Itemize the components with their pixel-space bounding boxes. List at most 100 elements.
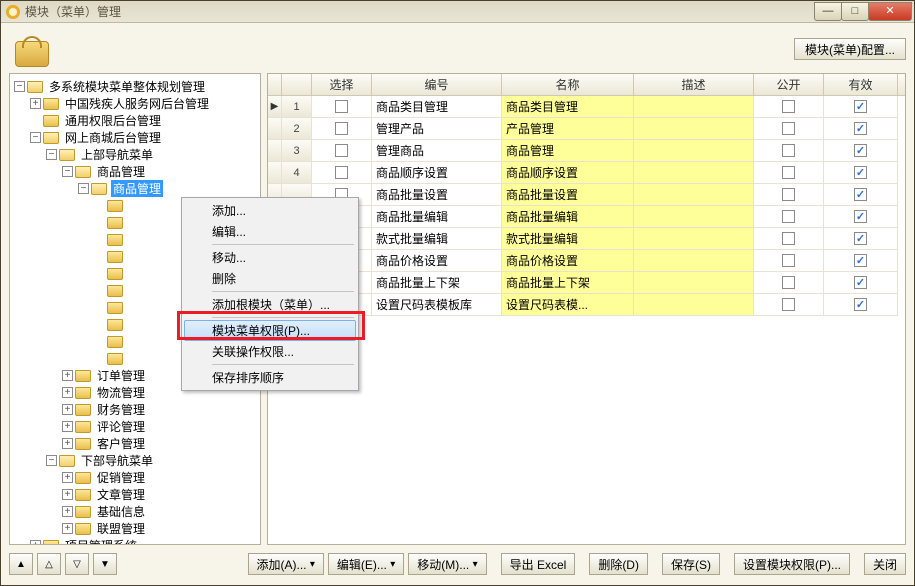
name-cell[interactable]: 款式批量编辑: [502, 228, 634, 250]
close-window-button[interactable]: 关闭: [864, 553, 906, 575]
code-cell[interactable]: 款式批量编辑: [372, 228, 502, 250]
table-row[interactable]: 款式批量编辑款式批量编辑 ✓: [268, 228, 905, 250]
expand-icon[interactable]: +: [30, 98, 41, 109]
col-public[interactable]: 公开: [754, 74, 824, 95]
code-cell[interactable]: 商品顺序设置: [372, 162, 502, 184]
ctx-add[interactable]: 添加...: [184, 200, 356, 221]
table-row[interactable]: 商品批量编辑商品批量编辑✓: [268, 206, 905, 228]
tree-item[interactable]: +客户管理: [12, 435, 258, 452]
ctx-add-root[interactable]: 添加根模块（菜单）...: [184, 294, 356, 315]
checkbox[interactable]: ✓: [854, 210, 867, 223]
expand-icon[interactable]: +: [62, 489, 73, 500]
checkbox[interactable]: ✓: [854, 298, 867, 311]
code-cell[interactable]: 管理产品: [372, 118, 502, 140]
name-cell[interactable]: 商品批量设置: [502, 184, 634, 206]
name-cell[interactable]: 商品批量上下架: [502, 272, 634, 294]
checkbox[interactable]: ✓: [854, 100, 867, 113]
checkbox[interactable]: ✓: [854, 276, 867, 289]
tree-item[interactable]: +基础信息: [12, 503, 258, 520]
desc-cell[interactable]: [634, 184, 754, 206]
name-cell[interactable]: 产品管理: [502, 118, 634, 140]
checkbox[interactable]: [782, 100, 795, 113]
move-button[interactable]: 移动(M)... ▾: [408, 553, 486, 575]
table-row[interactable]: 2管理产品产品管理✓: [268, 118, 905, 140]
expand-icon[interactable]: +: [62, 404, 73, 415]
public-cell[interactable]: [754, 118, 824, 140]
checkbox[interactable]: [782, 298, 795, 311]
effective-cell[interactable]: ✓: [824, 272, 898, 294]
table-row[interactable]: 3管理商品商品管理✓: [268, 140, 905, 162]
tree-item[interactable]: −下部导航菜单: [12, 452, 258, 469]
col-select[interactable]: 选择: [312, 74, 372, 95]
select-cell[interactable]: [312, 162, 372, 184]
expand-icon[interactable]: +: [62, 472, 73, 483]
col-rownum[interactable]: [282, 74, 312, 95]
desc-cell[interactable]: [634, 206, 754, 228]
col-desc[interactable]: 描述: [634, 74, 754, 95]
tree-item[interactable]: +财务管理: [12, 401, 258, 418]
name-cell[interactable]: 商品价格设置: [502, 250, 634, 272]
tree-item[interactable]: +评论管理: [12, 418, 258, 435]
code-cell[interactable]: 管理商品: [372, 140, 502, 162]
checkbox[interactable]: [782, 210, 795, 223]
checkbox[interactable]: [782, 122, 795, 135]
checkbox[interactable]: [335, 100, 348, 113]
public-cell[interactable]: [754, 184, 824, 206]
tree-item[interactable]: −多系统模块菜单整体规划管理: [12, 78, 258, 95]
checkbox[interactable]: ✓: [854, 232, 867, 245]
add-button[interactable]: 添加(A)... ▾: [248, 553, 324, 575]
effective-cell[interactable]: ✓: [824, 250, 898, 272]
collapse-icon[interactable]: −: [62, 166, 73, 177]
ctx-delete[interactable]: 删除: [184, 268, 356, 289]
effective-cell[interactable]: ✓: [824, 206, 898, 228]
desc-cell[interactable]: [634, 118, 754, 140]
export-excel-button[interactable]: 导出 Excel: [501, 553, 576, 575]
grid-body[interactable]: ▶1商品类目管理商品类目管理✓2管理产品产品管理✓3管理商品商品管理✓4商品顺序…: [268, 96, 905, 544]
name-cell[interactable]: 商品管理: [502, 140, 634, 162]
expand-icon[interactable]: +: [62, 387, 73, 398]
checkbox[interactable]: [782, 254, 795, 267]
table-row[interactable]: ▶1商品类目管理商品类目管理✓: [268, 96, 905, 118]
expand-icon[interactable]: +: [62, 421, 73, 432]
tree-item[interactable]: −商品管理: [12, 163, 258, 180]
minimize-button[interactable]: —: [814, 2, 842, 21]
select-cell[interactable]: [312, 140, 372, 162]
public-cell[interactable]: [754, 162, 824, 184]
checkbox[interactable]: ✓: [854, 254, 867, 267]
effective-cell[interactable]: ✓: [824, 294, 898, 316]
expand-icon[interactable]: +: [62, 506, 73, 517]
maximize-button[interactable]: □: [841, 2, 869, 21]
desc-cell[interactable]: [634, 140, 754, 162]
checkbox[interactable]: [782, 232, 795, 245]
select-cell[interactable]: [312, 118, 372, 140]
tree-item-selected[interactable]: −商品管理: [12, 180, 258, 197]
collapse-icon[interactable]: −: [46, 149, 57, 160]
name-cell[interactable]: 设置尺码表模...: [502, 294, 634, 316]
ctx-related-permission[interactable]: 关联操作权限...: [184, 341, 356, 362]
expand-icon[interactable]: +: [62, 523, 73, 534]
save-button[interactable]: 保存(S): [662, 553, 720, 575]
effective-cell[interactable]: ✓: [824, 118, 898, 140]
collapse-icon[interactable]: −: [78, 183, 89, 194]
ctx-move[interactable]: 移动...: [184, 247, 356, 268]
desc-cell[interactable]: [634, 272, 754, 294]
edit-button[interactable]: 编辑(E)... ▾: [328, 553, 404, 575]
col-effective[interactable]: 有效: [824, 74, 898, 95]
module-config-button[interactable]: 模块(菜单)配置...: [794, 38, 906, 60]
effective-cell[interactable]: ✓: [824, 184, 898, 206]
desc-cell[interactable]: [634, 250, 754, 272]
table-row[interactable]: 4商品顺序设置商品顺序设置✓: [268, 162, 905, 184]
tree-item[interactable]: 通用权限后台管理: [12, 112, 258, 129]
code-cell[interactable]: 设置尺码表模板库: [372, 294, 502, 316]
checkbox[interactable]: [335, 166, 348, 179]
collapse-icon[interactable]: −: [46, 455, 57, 466]
expand-icon[interactable]: +: [62, 370, 73, 381]
name-cell[interactable]: 商品批量编辑: [502, 206, 634, 228]
tree-item[interactable]: +文章管理: [12, 486, 258, 503]
move-bottom-button[interactable]: ▼: [93, 553, 117, 575]
checkbox[interactable]: [782, 188, 795, 201]
checkbox[interactable]: ✓: [854, 188, 867, 201]
set-module-perm-button[interactable]: 设置模块权限(P)...: [734, 553, 850, 575]
effective-cell[interactable]: ✓: [824, 140, 898, 162]
checkbox[interactable]: [782, 144, 795, 157]
